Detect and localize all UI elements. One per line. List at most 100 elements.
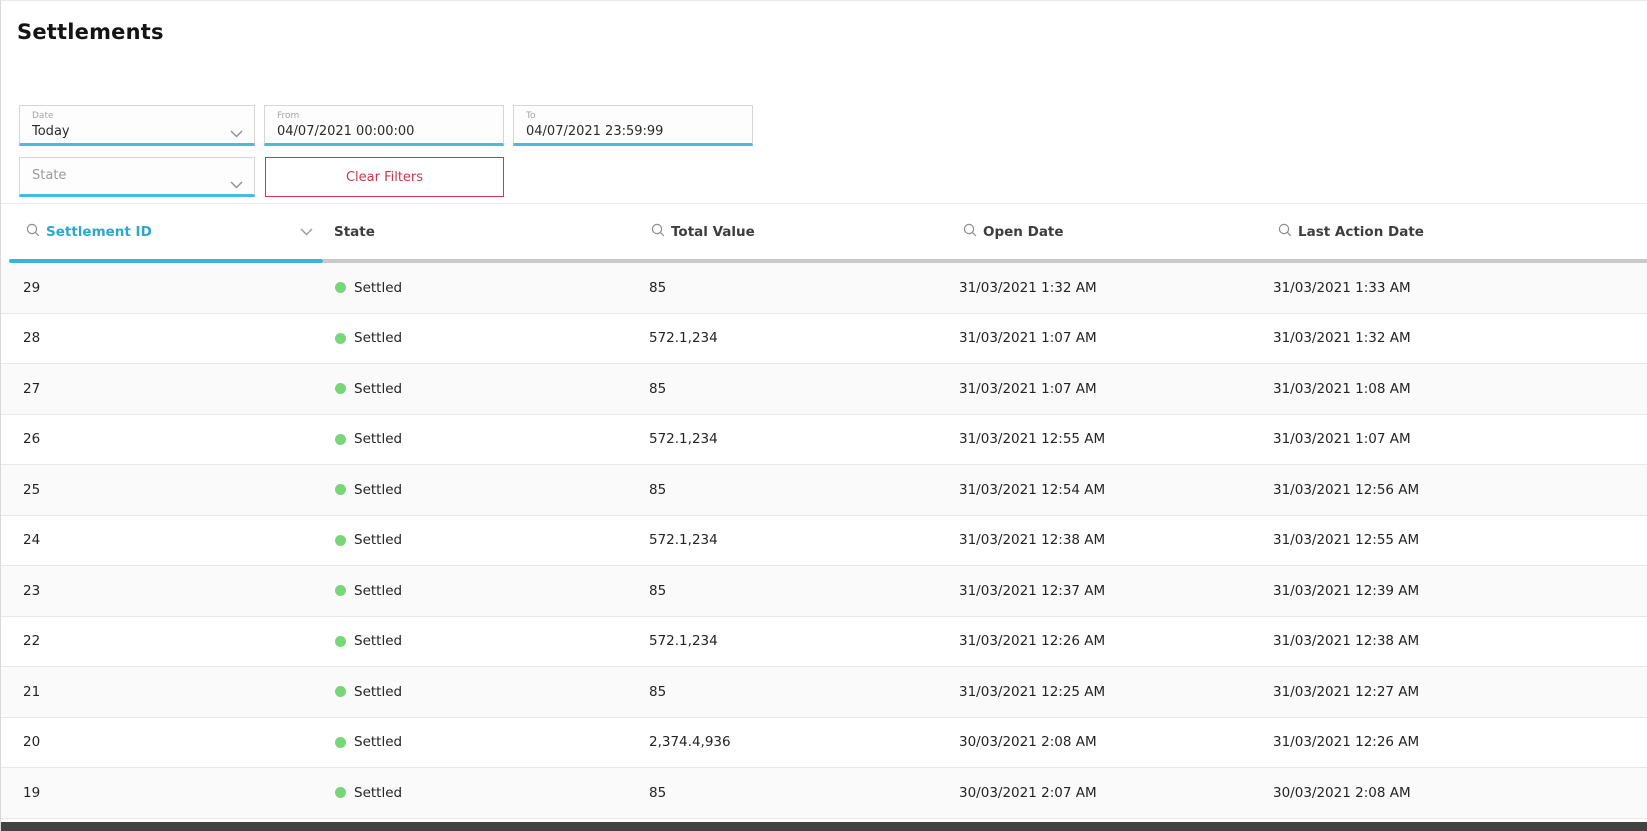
column-label: Open Date: [983, 224, 1064, 240]
cell-total: 85: [641, 280, 951, 296]
table-row[interactable]: 19 Settled 8530/03/2021 2:07 AM30/03/2021 …: [1, 768, 1647, 819]
state-label: Settled: [354, 684, 402, 700]
cell-open: 31/03/2021 12:25 AM: [951, 684, 1265, 700]
cell-last: 31/03/2021 12:56 AM: [1265, 482, 1647, 498]
from-datetime-input[interactable]: From 04/07/2021 00:00:00: [264, 105, 504, 146]
active-column-underline: [9, 259, 323, 263]
cell-last: 31/03/2021 1:33 AM: [1265, 280, 1647, 296]
cell-last: 31/03/2021 12:55 AM: [1265, 532, 1647, 548]
status-dot-icon: [335, 484, 346, 495]
cell-state: Settled: [323, 330, 641, 346]
table-row[interactable]: 25Settled8531/03/2021 12:54 AM31/03/2021…: [1, 465, 1647, 516]
cell-total: 572.1,234: [641, 431, 951, 447]
status-dot-icon: [335, 434, 346, 445]
column-header-last-action-date[interactable]: Last Action Date: [1265, 223, 1647, 241]
state-label: Settled: [354, 583, 402, 599]
state-label: Settled: [354, 280, 402, 296]
table-body: 29Settled8531/03/2021 1:32 AM31/03/2021 …: [1, 263, 1647, 819]
cell-last: 31/03/2021 1:07 AM: [1265, 431, 1647, 447]
to-input-label: To: [526, 111, 741, 122]
cell-open: 30/03/2021 2:07 AM: [951, 785, 1265, 801]
state-label: Settled: [354, 431, 402, 447]
search-icon[interactable]: [963, 223, 977, 241]
from-input-label: From: [277, 111, 492, 122]
cell-state: Settled: [323, 280, 641, 296]
cell-total: 572.1,234: [641, 330, 951, 346]
cell-open: 31/03/2021 12:54 AM: [951, 482, 1265, 498]
filters-panel: Date Today From 04/07/2021 00:00:00 To 0…: [19, 105, 1647, 197]
to-input-value: 04/07/2021 23:59:99: [526, 124, 741, 140]
cell-open: 30/03/2021 2:08 AM: [951, 734, 1265, 750]
cell-total: 2,374.4,936: [641, 734, 951, 750]
column-header-state[interactable]: State: [323, 224, 641, 240]
state-label: Settled: [354, 785, 402, 801]
cell-id: 26: [1, 431, 323, 447]
clear-filters-button[interactable]: Clear Filters: [265, 157, 504, 197]
from-input-value: 04/07/2021 00:00:00: [277, 124, 492, 140]
cell-open: 31/03/2021 1:32 AM: [951, 280, 1265, 296]
status-dot-icon: [335, 585, 346, 596]
status-dot-icon: [335, 282, 346, 293]
column-label: Last Action Date: [1298, 224, 1424, 240]
date-filter-dropdown[interactable]: Date Today: [19, 105, 255, 146]
cell-last: 30/03/2021 2:08 AM: [1265, 785, 1647, 801]
state-filter-dropdown[interactable]: State: [19, 157, 255, 197]
status-dot-icon: [335, 787, 346, 798]
chevron-down-icon[interactable]: [300, 224, 313, 240]
column-header-open-date[interactable]: Open Date: [951, 223, 1265, 241]
column-label: Total Value: [671, 224, 755, 240]
filters-row-1: Date Today From 04/07/2021 00:00:00 To 0…: [19, 105, 1647, 146]
status-dot-icon: [335, 686, 346, 697]
date-filter-label: Date: [32, 111, 243, 122]
cell-state: Settled: [323, 785, 641, 801]
cell-open: 31/03/2021 12:26 AM: [951, 633, 1265, 649]
search-icon[interactable]: [1278, 223, 1292, 241]
state-filter-placeholder: State: [32, 168, 66, 184]
table-row[interactable]: 29 Settled 8531/03/2021 1:32 AM31/03/2021 …: [1, 263, 1647, 314]
cell-last: 31/03/2021 12:26 AM: [1265, 734, 1647, 750]
cell-open: 31/03/2021 12:55 AM: [951, 431, 1265, 447]
table-row[interactable]: 22Settled572.1,23431/03/2021 12:26 AM31/…: [1, 617, 1647, 668]
table-row[interactable]: 26 Settled 572.1,23431/03/2021 12:55 AM31/…: [1, 415, 1647, 466]
cell-state: Settled: [323, 734, 641, 750]
status-dot-icon: [335, 535, 346, 546]
cell-total: 85: [641, 785, 951, 801]
cell-state: Settled: [323, 583, 641, 599]
cell-last: 31/03/2021 12:38 AM: [1265, 633, 1647, 649]
column-header-settlement-id[interactable]: Settlement ID: [1, 223, 323, 241]
cell-total: 85: [641, 583, 951, 599]
cell-id: 27: [1, 381, 323, 397]
cell-total: 572.1,234: [641, 532, 951, 548]
table-header: Settlement ID State Total Value Open Dat…: [1, 204, 1647, 259]
table-row[interactable]: 21Settled8531/03/2021 12:25 AM31/03/2021…: [1, 667, 1647, 718]
column-label: State: [334, 224, 375, 240]
to-datetime-input[interactable]: To 04/07/2021 23:59:99: [513, 105, 753, 146]
chevron-down-icon: [230, 123, 243, 142]
search-icon[interactable]: [651, 223, 665, 241]
table-row[interactable]: 23Settled8531/03/2021 12:37 AM31/03/2021…: [1, 566, 1647, 617]
column-header-total-value[interactable]: Total Value: [641, 223, 951, 241]
cell-total: 572.1,234: [641, 633, 951, 649]
status-dot-icon: [335, 383, 346, 394]
date-filter-value: Today: [32, 124, 243, 140]
cell-open: 31/03/2021 1:07 AM: [951, 381, 1265, 397]
state-label: Settled: [354, 482, 402, 498]
table-row[interactable]: 28Settled572.1,23431/03/2021 1:07 AM31/0…: [1, 314, 1647, 365]
cell-id: 28: [1, 330, 323, 346]
cell-id: 19: [1, 785, 323, 801]
table-row[interactable]: 24Settled572.1,23431/03/2021 12:38 AM31/…: [1, 516, 1647, 567]
status-dot-icon: [335, 737, 346, 748]
cell-id: 24: [1, 532, 323, 548]
table-row[interactable]: 27Settled8531/03/2021 1:07 AM31/03/2021 …: [1, 364, 1647, 415]
cell-total: 85: [641, 381, 951, 397]
search-icon[interactable]: [26, 223, 40, 241]
cell-state: Settled: [323, 532, 641, 548]
cell-id: 29: [1, 280, 323, 296]
cell-open: 31/03/2021 1:07 AM: [951, 330, 1265, 346]
cell-state: Settled: [323, 633, 641, 649]
settlements-table: Settlement ID State Total Value Open Dat…: [1, 203, 1647, 819]
table-row[interactable]: 20Settled2,374.4,93630/03/2021 2:08 AM31…: [1, 718, 1647, 769]
cell-id: 22: [1, 633, 323, 649]
page-title: Settlements: [17, 20, 1647, 44]
state-label: Settled: [354, 330, 402, 346]
